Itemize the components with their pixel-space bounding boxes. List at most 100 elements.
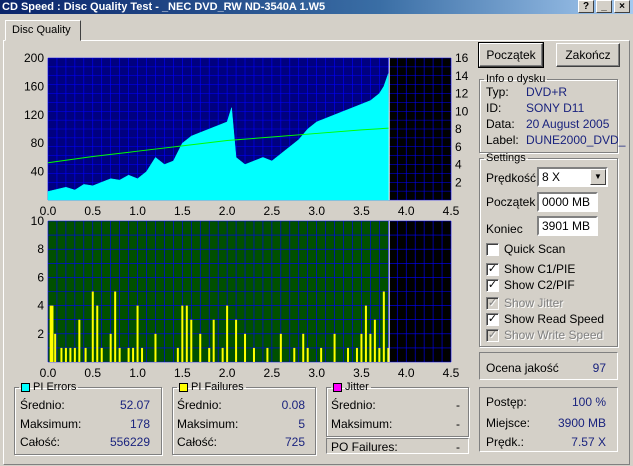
pi-failures-bar: [333, 333, 336, 362]
start-button[interactable]: Początek: [478, 42, 544, 68]
bottom-x-tick-label: 3.5: [353, 366, 370, 380]
progress-value: 100 %: [571, 395, 606, 409]
disc-date-label: Data:: [486, 117, 515, 131]
po-failures-label: PO Failures:: [331, 440, 398, 454]
bottom-x-tick-label: 2.0: [219, 366, 236, 380]
pi-failures-bar: [190, 319, 193, 362]
pi-failures-bar: [114, 291, 117, 362]
tab-disc-quality[interactable]: Disc Quality: [5, 20, 81, 41]
top-y2-tick-label: 6: [455, 140, 462, 154]
speed-label: Prędkość: [486, 171, 537, 185]
disc-label-value: DUNE2000_DVD_: [526, 133, 626, 147]
pif-total-value: 725: [284, 435, 305, 449]
show-pie-label: Show C1/PIE: [504, 262, 576, 276]
bottom-x-tick-label: 3.0: [308, 366, 325, 380]
pi-failures-bar: [320, 347, 323, 362]
checkmark-icon: ✓: [486, 329, 499, 342]
pi-failures-bar: [378, 347, 381, 362]
jitter-avg-value: -: [456, 398, 460, 412]
pi-failures-bar: [176, 347, 179, 362]
pi-failures-bar: [252, 347, 255, 362]
top-x-tick-label: 3.0: [308, 204, 325, 218]
top-y2-tick-label: 14: [455, 69, 469, 83]
pi-failures-title: PI Failures: [191, 381, 244, 393]
pi-failures-bar: [306, 347, 309, 362]
pi-failures-bar: [84, 347, 87, 362]
pie-total-value: 556229: [109, 435, 150, 449]
pi-failures-bar: [51, 305, 54, 362]
end-mb-input[interactable]: 3901 MB: [537, 216, 598, 236]
finish-button[interactable]: Zakończ: [556, 43, 620, 67]
top-y2-tick-label: 4: [455, 158, 462, 172]
show-read-speed-checkbox[interactable]: ✓ Show Read Speed: [486, 313, 604, 327]
pi-failures-bar: [78, 319, 81, 362]
bottom-x-tick-label: 4.5: [443, 366, 460, 380]
pi-failures-bar: [91, 291, 94, 362]
current-speed-value: 7.57 X: [571, 435, 606, 449]
disc-label-label: Label:: [486, 133, 519, 147]
bottom-y-tick-label: 10: [31, 214, 45, 228]
pi-failures-bar: [141, 347, 144, 362]
bottom-x-tick-label: 0.5: [84, 366, 101, 380]
pi-failures-bar: [73, 347, 76, 362]
pi-failures-bar: [181, 305, 184, 362]
disc-info-title: Info o dysku: [486, 73, 546, 85]
bottom-x-tick-label: 1.0: [129, 366, 146, 380]
position-label: Miejsce:: [486, 416, 531, 430]
position-value: 3900 MB: [557, 416, 606, 430]
top-y2-tick-label: 8: [455, 122, 462, 136]
disc-id-value: SONY D11: [526, 101, 585, 115]
show-pif-label: Show C2/PIF: [504, 278, 575, 292]
top-y-tick-label: 120: [24, 108, 44, 122]
pif-avg-label: Średnio:: [177, 398, 222, 412]
show-pif-checkbox[interactable]: ✓ Show C2/PIF: [486, 279, 575, 293]
pif-max-label: Maksimum:: [177, 417, 239, 431]
pi-failures-bar: [244, 333, 247, 362]
pie-max-value: 178: [129, 417, 150, 431]
pif-avg-value: 0.08: [281, 398, 305, 412]
pie-total-label: Całość:: [20, 435, 61, 449]
top-x-tick-label: 1.0: [129, 204, 146, 218]
start-mb-label: Początek: [486, 195, 536, 209]
current-speed-label: Prędk.:: [486, 435, 525, 449]
disc-type-value: DVD+R: [526, 85, 568, 99]
pi-failures-bar: [293, 347, 296, 362]
pie-avg-value: 52.07: [119, 398, 150, 412]
pi-failures-bar: [382, 291, 385, 362]
pi-failures-bar: [64, 347, 67, 362]
bottom-x-tick-label: 2.5: [264, 366, 281, 380]
show-pie-checkbox[interactable]: ✓ Show C1/PIE: [486, 263, 575, 277]
pi-failures-bar: [100, 347, 103, 362]
pi-failures-bar: [221, 347, 224, 362]
checkbox-box[interactable]: [486, 243, 499, 256]
pi-failures-bar: [279, 333, 282, 362]
checkmark-icon[interactable]: ✓: [486, 313, 499, 326]
speed-select[interactable]: 8 X ▼: [537, 167, 608, 187]
top-y-tick-label: 200: [24, 51, 44, 65]
pi-failures-bar: [360, 333, 363, 362]
checkmark-icon[interactable]: ✓: [486, 263, 499, 276]
top-x-tick-label: 0.5: [84, 204, 101, 218]
top-y-tick-label: 160: [24, 79, 44, 93]
checkmark-icon[interactable]: ✓: [486, 279, 499, 292]
show-jitter-label: Show Jitter: [504, 296, 564, 310]
pi-failures-bar: [60, 347, 63, 362]
quality-score-label: Ocena jakość: [486, 361, 559, 375]
pi-failures-bar: [266, 347, 269, 362]
start-mb-input[interactable]: 0000 MB: [537, 192, 598, 212]
settings-title: Settings: [486, 152, 526, 164]
chevron-down-icon[interactable]: ▼: [590, 169, 606, 185]
progress-label: Postęp:: [486, 395, 527, 409]
bottom-x-tick-label: 0.0: [40, 366, 57, 380]
top-x-tick-label: 2.0: [219, 204, 236, 218]
end-mb-label: Koniec: [486, 222, 523, 236]
bottom-y-tick-label: 8: [37, 242, 44, 256]
top-x-tick-label: 4.0: [398, 204, 415, 218]
pi-failures-bar: [302, 333, 305, 362]
quick-scan-checkbox[interactable]: Quick Scan: [486, 243, 565, 257]
pi-failures-bar: [49, 305, 52, 362]
bottom-y-tick-label: 4: [37, 299, 44, 313]
pi-failures-bar: [109, 333, 112, 362]
pi-failures-bar: [199, 333, 202, 362]
pi-failures-bar: [154, 333, 157, 362]
